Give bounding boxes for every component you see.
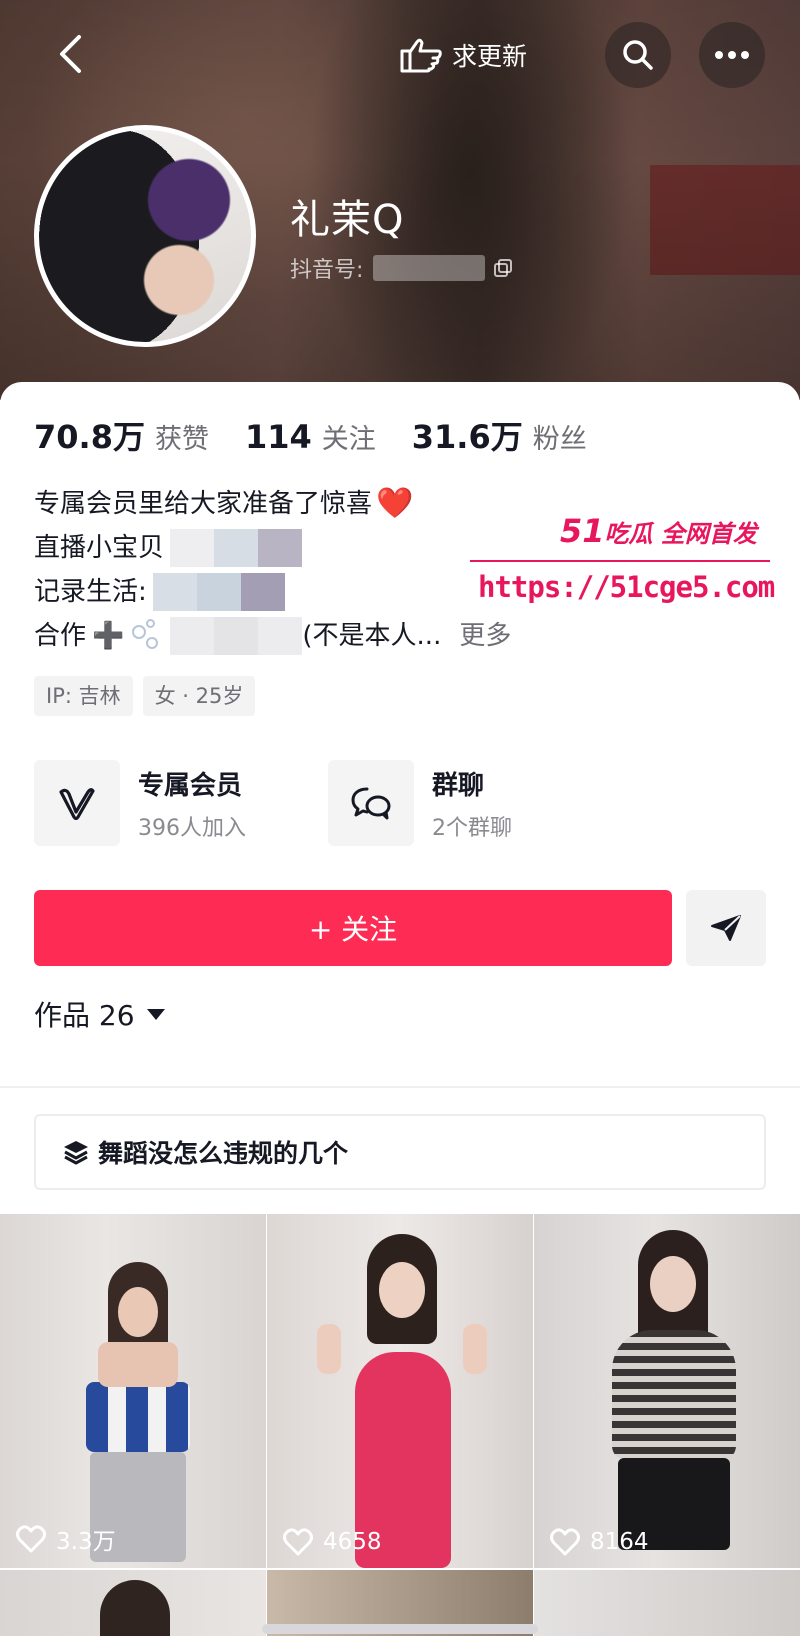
avatar[interactable]	[34, 125, 256, 347]
video-thumbnail[interactable]	[0, 1570, 266, 1636]
stat-followers-label: 粉丝	[532, 424, 587, 455]
profile-tags: IP: 吉林 女 · 25岁	[34, 676, 256, 716]
gender-age-tag: 女 · 25岁	[142, 676, 256, 716]
feature-text: 群聊 2个群聊	[432, 765, 512, 842]
video-likes-count: 3.3万	[56, 1529, 116, 1555]
membership-title: 专属会员	[138, 770, 243, 801]
search-button[interactable]	[605, 22, 671, 88]
feature-text: 专属会员 396人加入	[138, 765, 246, 842]
stat-following[interactable]: 114 关注	[245, 417, 376, 456]
back-button[interactable]	[50, 32, 90, 76]
watermark-url: https://51cge5.com	[478, 570, 775, 604]
video-likes: 3.3万	[16, 1522, 116, 1556]
douyin-id-redacted	[373, 255, 486, 281]
chevron-left-icon	[60, 35, 81, 73]
banner-background-decor	[650, 165, 800, 275]
stat-following-value: 114	[244, 418, 312, 456]
bio-line-2-text: 直播小宝贝	[34, 533, 165, 563]
more-options-button[interactable]	[699, 22, 765, 88]
search-icon	[623, 40, 653, 70]
video-likes: 8164	[550, 1528, 649, 1556]
video-thumbnail[interactable]: 3.3万	[0, 1214, 266, 1568]
plus-emoji: ➕	[92, 621, 125, 651]
group-chat-entry[interactable]: 群聊 2个群聊	[328, 760, 622, 846]
feature-icon-box	[328, 760, 414, 846]
video-likes: 4658	[283, 1528, 382, 1556]
stat-followers[interactable]: 31.6万 粉丝	[412, 412, 587, 458]
bio-line-4-redacted	[170, 617, 303, 655]
feature-row: 专属会员 396人加入 群聊 2个群聊	[34, 760, 622, 846]
watermark-brand-text: 吃瓜 全网首发	[604, 520, 757, 548]
douyin-id-row: 抖音号:	[290, 252, 513, 284]
v-badge-icon	[59, 788, 95, 820]
stat-likes-value: 70.8万	[34, 418, 145, 456]
works-tab-label: 作品 26	[34, 999, 135, 1032]
request-update-label: 求更新	[452, 42, 528, 71]
follow-button[interactable]: + 关注	[34, 890, 672, 966]
bio-line-3-redacted	[152, 573, 285, 611]
request-update-button[interactable]: 求更新	[400, 33, 527, 77]
group-chat-subtitle: 2个群聊	[432, 815, 512, 841]
stat-likes: 70.8万 获赞	[34, 412, 209, 458]
video-likes-count: 8164	[590, 1529, 649, 1555]
video-thumbnail[interactable]	[534, 1570, 800, 1636]
caret-down-icon	[146, 1008, 165, 1020]
membership-subtitle: 396人加入	[138, 815, 246, 841]
heart-emoji: ❤️	[376, 486, 414, 521]
bio-line-4-suffix: (不是本人...	[302, 621, 442, 651]
video-thumbnail[interactable]: 8164	[534, 1214, 800, 1568]
watermark-brand: 51吃瓜 全网首发	[560, 512, 757, 550]
stack-layers-icon	[64, 1141, 88, 1165]
bubbles-emoji-icon	[130, 619, 164, 653]
watermark-line	[470, 560, 770, 562]
bio-line-3-text: 记录生活:	[34, 577, 147, 607]
chat-bubbles-icon	[351, 787, 391, 820]
video-thumbnail[interactable]: 4658	[267, 1214, 533, 1568]
ip-location-tag: IP: 吉林	[34, 676, 133, 716]
copy-icon[interactable]	[493, 258, 513, 278]
top-bar: 求更新	[0, 18, 800, 93]
profile-card: 70.8万 获赞 114 关注 31.6万 粉丝 专属会员里给大家准备了惊喜 ❤…	[0, 382, 800, 1636]
more-dots-icon	[715, 51, 749, 59]
douyin-id-label: 抖音号:	[290, 258, 364, 283]
stat-likes-label: 获赞	[154, 424, 209, 455]
collection-card[interactable]: 舞蹈没怎么违规的几个	[34, 1114, 766, 1190]
heart-outline-icon	[16, 1525, 46, 1553]
stats-row: 70.8万 获赞 114 关注 31.6万 粉丝	[34, 412, 623, 458]
works-tab[interactable]: 作品 26	[34, 994, 165, 1034]
feature-icon-box	[34, 760, 120, 846]
profile-nickname: 礼茉Q	[290, 197, 405, 243]
thumbnail-figure	[317, 1234, 487, 1568]
bio-line-2-redacted	[170, 529, 303, 567]
collection-title: 舞蹈没怎么违规的几个	[98, 1139, 349, 1168]
video-likes-count: 4658	[323, 1529, 382, 1555]
heart-outline-icon	[550, 1528, 580, 1556]
heart-outline-icon	[283, 1528, 313, 1556]
watermark-brand-number: 51	[560, 512, 605, 550]
thumbnail-figure	[604, 1230, 744, 1568]
send-arrow-icon	[711, 915, 741, 941]
video-grid: 3.3万 4658 8164	[0, 1214, 800, 1636]
pointing-hand-icon	[400, 38, 442, 73]
home-indicator[interactable]	[262, 1624, 538, 1634]
share-button[interactable]	[686, 890, 766, 966]
exclusive-membership-entry[interactable]: 专属会员 396人加入	[34, 760, 328, 846]
bio-line-4-prefix: 合作	[34, 621, 87, 651]
stat-following-label: 关注	[321, 424, 376, 455]
stat-followers-value: 31.6万	[411, 418, 523, 456]
watermark-overlay: 51吃瓜 全网首发 https://51cge5.com	[470, 512, 790, 622]
group-chat-title: 群聊	[432, 770, 485, 801]
thumbnail-figure	[78, 1262, 198, 1562]
section-divider	[0, 1086, 800, 1088]
bio-line-1-text: 专属会员里给大家准备了惊喜	[34, 489, 373, 519]
